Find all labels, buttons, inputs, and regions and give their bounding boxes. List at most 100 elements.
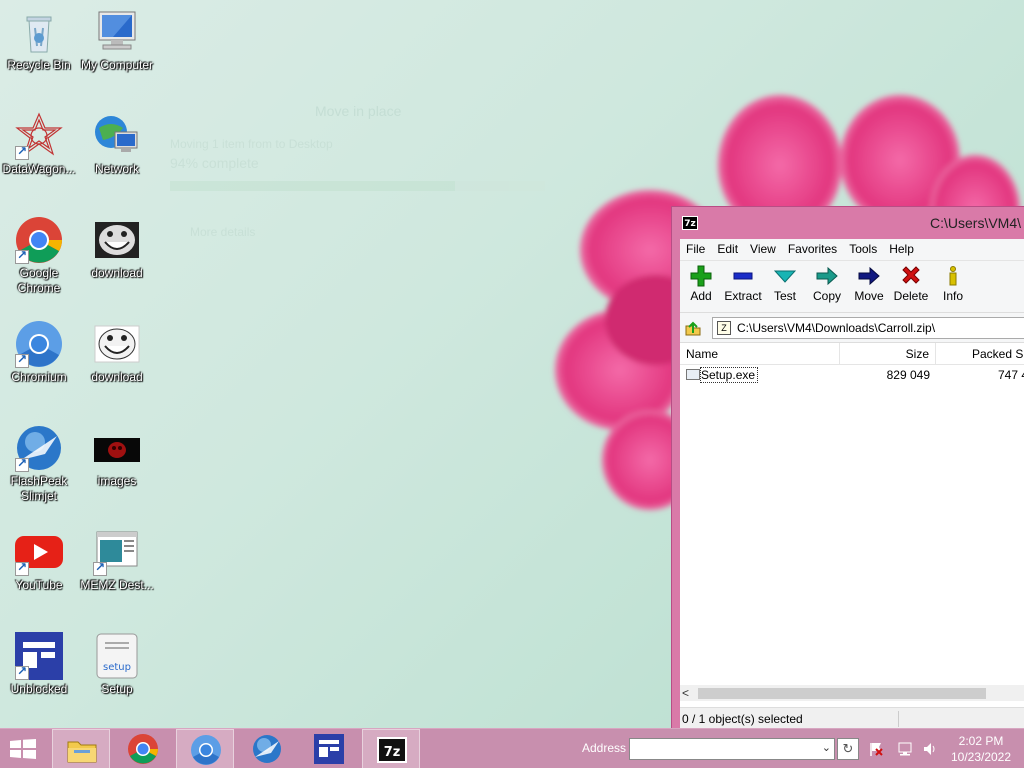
- copy-icon: [816, 266, 838, 286]
- action-center-flag-icon[interactable]: [868, 741, 884, 757]
- exe-file-icon: [686, 369, 700, 380]
- zip-archive-icon: Z: [717, 321, 731, 335]
- status-bar: 0 / 1 object(s) selected: [680, 707, 1024, 729]
- desktop-icon-datawagon[interactable]: DataWagon...: [0, 112, 78, 177]
- delete-button[interactable]: Delete: [890, 261, 932, 312]
- ghost-progress-dialog: Move in place Moving 1 item from to Desk…: [150, 95, 570, 255]
- desktop-icon-my-computer[interactable]: My Computer: [78, 8, 156, 73]
- shortcut-arrow-icon: [15, 560, 29, 576]
- datawagon-icon: [15, 112, 63, 160]
- test-button[interactable]: Test: [764, 261, 806, 312]
- shortcut-arrow-icon: [15, 144, 29, 160]
- chevron-down-icon[interactable]: ⌄: [822, 741, 831, 754]
- desktop-icon-label: Google Chrome: [17, 266, 61, 295]
- desktop-icon-setup[interactable]: setup Setup: [78, 632, 156, 697]
- address-toolbar-input[interactable]: ⌄: [629, 738, 835, 760]
- shortcut-arrow-icon: [15, 248, 29, 264]
- taskbar-chromium[interactable]: [176, 729, 234, 768]
- shortcut-arrow-icon: [15, 456, 29, 472]
- info-button[interactable]: Info: [932, 261, 974, 312]
- desktop-icon-network[interactable]: Network: [78, 112, 156, 177]
- chrome-icon: [15, 216, 63, 264]
- desktop-icon-download-1[interactable]: download: [78, 216, 156, 281]
- scrollbar-thumb[interactable]: [698, 688, 986, 699]
- menu-edit[interactable]: Edit: [711, 239, 744, 260]
- 7zip-icon: 7z: [377, 737, 407, 763]
- horizontal-scrollbar[interactable]: <: [680, 685, 1024, 701]
- copy-label: Copy: [812, 289, 841, 303]
- ghost-progress-bar: [170, 181, 545, 191]
- column-header-name[interactable]: Name: [680, 343, 840, 364]
- address-field[interactable]: Z C:\Users\VM4\Downloads\Carroll.zip\: [712, 317, 1024, 339]
- shortcut-arrow-icon: [93, 560, 107, 576]
- ghost-line: Moving 1 item from to Desktop: [170, 137, 333, 151]
- desktop-icon-label: DataWagon...: [2, 162, 76, 176]
- desktop-icon-label: Network: [94, 162, 139, 176]
- desktop-icon-label: MEMZ Dest...: [80, 578, 154, 592]
- copy-button[interactable]: Copy: [806, 261, 848, 312]
- 7zip-app-icon[interactable]: 7z: [682, 216, 698, 230]
- table-row[interactable]: Setup.exe 829 049 747 4: [680, 365, 1024, 385]
- desktop-icon-flashpeak-slimjet[interactable]: FlashPeak Slimjet: [0, 424, 78, 504]
- window-titlebar[interactable]: 7z C:\Users\VM4\: [672, 207, 1024, 239]
- column-header-size[interactable]: Size: [840, 343, 936, 364]
- desktop-icon-google-chrome[interactable]: Google Chrome: [0, 216, 78, 296]
- extract-icon: [733, 272, 753, 280]
- menu-view[interactable]: View: [744, 239, 782, 260]
- address-value: C:\Users\VM4\Downloads\Carroll.zip\: [737, 321, 936, 335]
- menu-help[interactable]: Help: [883, 239, 920, 260]
- system-clock[interactable]: 2:02 PM 10/23/2022: [946, 733, 1016, 765]
- desktop-icon-chromium[interactable]: Chromium: [0, 320, 78, 385]
- recycle-bin-icon: [15, 8, 63, 56]
- file-packed-size-cell: 747 4: [997, 368, 1024, 382]
- scroll-left-icon[interactable]: <: [682, 685, 689, 701]
- memz-screenshot-icon: [93, 528, 141, 576]
- desktop-icon-label: FlashPeak Slimjet: [10, 474, 68, 503]
- chromium-icon: [15, 320, 63, 368]
- youtube-icon: [15, 528, 63, 576]
- info-label: Info: [942, 289, 963, 303]
- info-icon: [949, 266, 957, 286]
- menu-bar: File Edit View Favorites Tools Help: [680, 239, 1024, 261]
- desktop-icon-unblocked[interactable]: Unblocked: [0, 632, 78, 697]
- file-list-header: Name Size Packed Si: [680, 343, 1024, 365]
- folder-up-icon[interactable]: [684, 319, 702, 337]
- address-bar: Z C:\Users\VM4\Downloads\Carroll.zip\: [680, 313, 1024, 343]
- desktop-icon-label: Unblocked: [10, 682, 68, 696]
- desktop-icon-youtube[interactable]: YouTube: [0, 528, 78, 593]
- taskbar-7zip[interactable]: 7z: [362, 729, 420, 768]
- refresh-button[interactable]: ↻: [837, 738, 859, 760]
- column-header-packed-size[interactable]: Packed Si: [936, 343, 1024, 364]
- ghost-progress-fill: [170, 181, 455, 191]
- menu-tools[interactable]: Tools: [843, 239, 883, 260]
- start-button[interactable]: [0, 729, 48, 768]
- taskbar-slimjet[interactable]: [238, 729, 296, 768]
- windows-logo-icon: [10, 739, 36, 759]
- add-button[interactable]: Add: [680, 261, 722, 312]
- desktop-icon-memz[interactable]: MEMZ Dest...: [78, 528, 156, 593]
- desktop-icon-images[interactable]: images: [78, 424, 156, 489]
- slimjet-icon: [253, 735, 281, 763]
- desktop-icon-download-2[interactable]: download: [78, 320, 156, 385]
- volume-icon[interactable]: [922, 741, 938, 757]
- ghost-more-details: More details: [190, 225, 256, 239]
- unblocked-icon: [15, 632, 63, 680]
- move-button[interactable]: Move: [848, 261, 890, 312]
- delete-icon: [902, 266, 920, 284]
- desktop-icon-recycle-bin[interactable]: Recycle Bin: [0, 8, 78, 73]
- test-label: Test: [773, 289, 796, 303]
- menu-file[interactable]: File: [680, 239, 711, 260]
- taskbar-unblocked[interactable]: [300, 729, 358, 768]
- extract-button[interactable]: Extract: [722, 261, 764, 312]
- chromium-icon: [191, 735, 221, 765]
- taskbar-file-explorer[interactable]: [52, 729, 110, 768]
- menu-favorites[interactable]: Favorites: [782, 239, 843, 260]
- taskbar-google-chrome[interactable]: [114, 729, 172, 768]
- test-icon: [774, 270, 796, 283]
- toolbar: Add Extract Test Copy Move Delete Info: [680, 261, 1024, 313]
- refresh-icon: ↻: [842, 741, 854, 756]
- desktop-icon-label: YouTube: [15, 578, 63, 592]
- 7zip-file-manager-window[interactable]: 7z C:\Users\VM4\ File Edit View Favorite…: [671, 206, 1024, 730]
- network-status-icon[interactable]: [898, 741, 914, 757]
- add-icon: [690, 265, 712, 287]
